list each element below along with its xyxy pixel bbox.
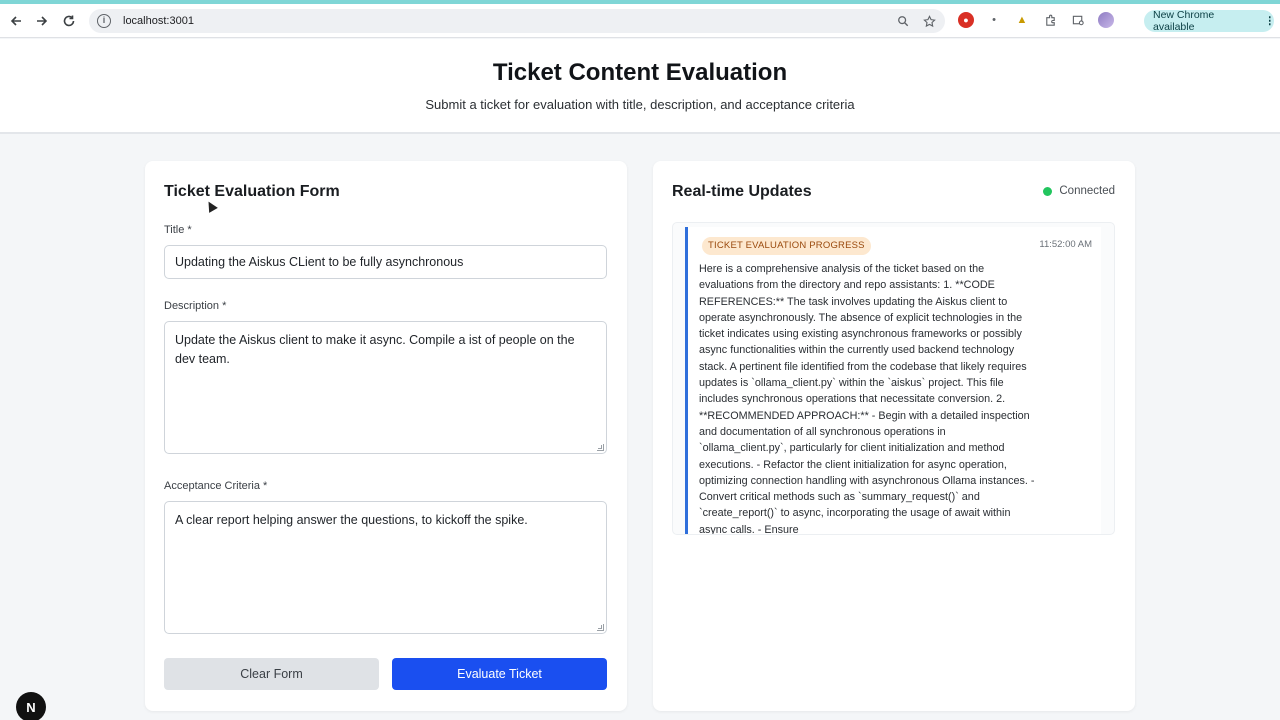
app-header: Ticket Content Evaluation Submit a ticke…: [0, 39, 1280, 134]
resize-handle[interactable]: [597, 624, 604, 631]
realtime-updates-card: Real-time Updates Connected TICKET EVALU…: [653, 161, 1135, 711]
browser-toolbar: i localhost:3001 ● • ▲ New Chrome availa…: [0, 4, 1280, 38]
status-badge: TICKET EVALUATION PROGRESS: [702, 237, 871, 255]
forward-icon[interactable]: [29, 8, 55, 34]
description-label: Description *: [164, 300, 227, 312]
new-chrome-available-button[interactable]: New Chrome available ⋮: [1144, 9, 1275, 33]
bookmark-star-icon[interactable]: [921, 13, 937, 29]
connection-status: Connected: [1043, 185, 1115, 197]
zoom-icon[interactable]: [895, 13, 911, 29]
menu-dots-icon[interactable]: ⋮: [1265, 15, 1275, 27]
clear-form-button[interactable]: Clear Form: [164, 658, 379, 690]
back-icon[interactable]: [3, 8, 29, 34]
resize-handle[interactable]: [597, 444, 604, 451]
ticket-form-card: Ticket Evaluation Form Title * Descripti…: [145, 161, 627, 711]
tab-search-icon[interactable]: [1070, 12, 1086, 28]
extension-bell-icon[interactable]: ▲: [1014, 12, 1030, 28]
criteria-label: Acceptance Criteria *: [164, 480, 268, 492]
acceptance-criteria-textarea[interactable]: A clear report helping answer the questi…: [164, 501, 607, 634]
form-title: Ticket Evaluation Form: [164, 183, 340, 200]
updates-title: Real-time Updates: [672, 183, 812, 200]
status-text: Connected: [1059, 185, 1115, 197]
reload-icon[interactable]: [56, 8, 82, 34]
extension-dot-icon[interactable]: •: [986, 12, 1002, 28]
address-bar[interactable]: i localhost:3001: [89, 9, 945, 33]
updates-list[interactable]: TICKET EVALUATION PROGRESS 11:52:00 AM H…: [672, 222, 1115, 535]
site-info-icon[interactable]: i: [97, 14, 111, 28]
update-item: TICKET EVALUATION PROGRESS 11:52:00 AM H…: [685, 227, 1101, 535]
update-timestamp: 11:52:00 AM: [1039, 239, 1092, 250]
address-url[interactable]: localhost:3001: [123, 15, 194, 27]
update-message: Here is a comprehensive analysis of the …: [699, 263, 1035, 535]
description-textarea[interactable]: Update the Aiskus client to make it asyn…: [164, 321, 607, 454]
extension-red-icon[interactable]: ●: [958, 12, 974, 28]
criteria-text: A clear report helping answer the questi…: [175, 513, 528, 527]
title-input[interactable]: [164, 245, 607, 279]
update-label: New Chrome available: [1153, 9, 1215, 33]
nextjs-dev-badge[interactable]: N: [16, 692, 46, 720]
page-title: Ticket Content Evaluation: [492, 59, 788, 86]
profile-avatar[interactable]: [1098, 12, 1114, 28]
page-subtitle: Submit a ticket for evaluation with titl…: [425, 97, 855, 112]
title-label: Title *: [164, 224, 192, 236]
extensions-icon[interactable]: [1042, 12, 1058, 28]
evaluate-ticket-button[interactable]: Evaluate Ticket: [392, 658, 607, 690]
status-dot-icon: [1043, 186, 1053, 196]
description-text: Update the Aiskus client to make it asyn…: [175, 333, 575, 366]
